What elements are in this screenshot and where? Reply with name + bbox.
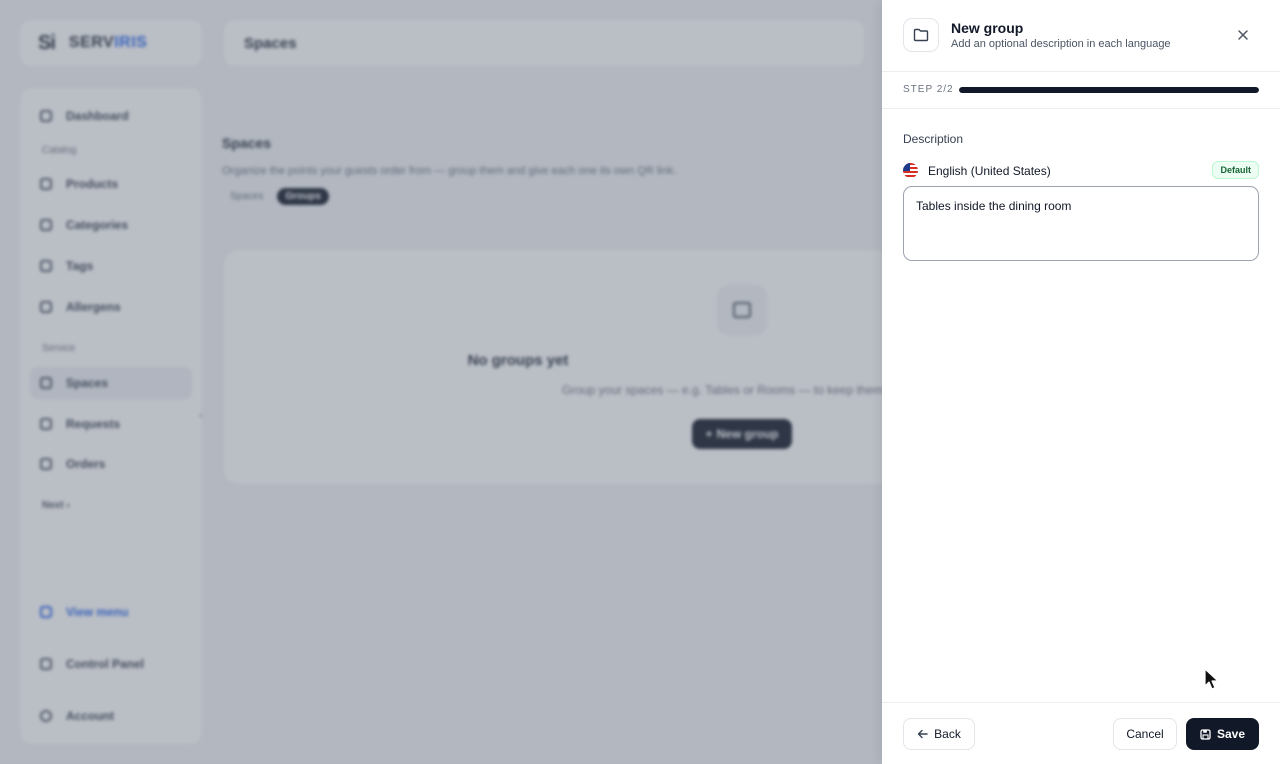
mouse-cursor-icon — [1204, 668, 1219, 690]
drawer-header: New group Add an optional description in… — [882, 0, 1280, 72]
close-button[interactable] — [1232, 24, 1254, 46]
step-indicator: STEP 2/2 — [882, 72, 1280, 109]
step-label: STEP 2/2 — [903, 84, 954, 95]
back-button[interactable]: Back — [903, 718, 975, 750]
save-icon — [1200, 728, 1211, 740]
new-group-drawer: New group Add an optional description in… — [882, 0, 1280, 764]
language-name: English (United States) — [928, 164, 1051, 178]
drawer-footer: Back Cancel Save — [882, 702, 1280, 764]
back-button-label: Back — [934, 727, 961, 741]
description-textarea[interactable] — [903, 186, 1259, 261]
language-row: English (United States) Default — [903, 161, 1259, 180]
modal-backdrop[interactable] — [0, 0, 882, 764]
step-progress-bar — [959, 87, 1259, 93]
cancel-button[interactable]: Cancel — [1113, 718, 1177, 750]
step-progress-fill — [959, 87, 1259, 93]
folder-icon — [903, 18, 939, 52]
drawer-title: New group — [951, 20, 1024, 36]
save-button-label: Save — [1216, 727, 1246, 741]
save-button[interactable]: Save — [1186, 718, 1259, 750]
cancel-button-label: Cancel — [1126, 727, 1164, 741]
close-icon — [1238, 30, 1248, 40]
default-badge: Default — [1212, 161, 1259, 179]
arrow-left-icon — [917, 729, 928, 739]
drawer-subtitle: Add an optional description in each lang… — [951, 38, 1171, 50]
us-flag-icon — [903, 163, 918, 178]
description-label: Description — [903, 132, 964, 146]
